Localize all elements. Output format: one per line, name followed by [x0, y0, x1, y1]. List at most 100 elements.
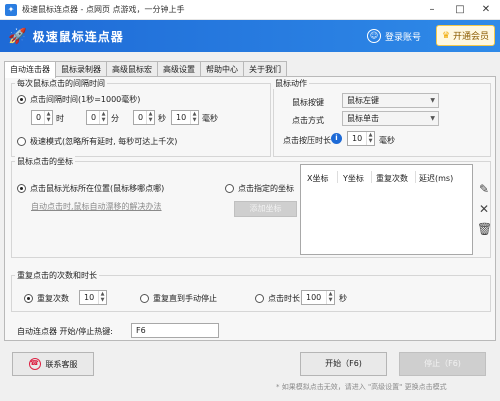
column-divider: [415, 171, 416, 183]
rocket-icon: 🚀: [8, 27, 27, 45]
coords-table[interactable]: X坐标 Y坐标 重复次数 延迟(ms): [300, 164, 473, 255]
minimize-button[interactable]: –: [418, 0, 446, 20]
hours-value: 0: [36, 113, 42, 122]
spinner-arrows-icon[interactable]: ▲ ▼: [190, 111, 198, 124]
footer-note: * 如果模拟点击无效，请进入 "高级设置" 更换点击模式: [276, 383, 447, 391]
minutes-spinner[interactable]: 0 ▲ ▼: [86, 110, 108, 125]
chevron-down-icon: ▼: [430, 97, 435, 104]
repeat-group-title: 重复点击的次数和时长: [15, 270, 99, 281]
title-bar: ✦ 极速鼠标连点器 - 点网页 点游戏，一分钟上手 – □ ✕: [0, 0, 500, 20]
column-divider: [371, 171, 372, 183]
click-mode-select[interactable]: 鼠标单击 ▼: [342, 111, 439, 126]
coords-group-title: 鼠标点击的坐标: [15, 156, 75, 167]
tab-advanced-settings[interactable]: 高级设置: [157, 61, 201, 77]
milliseconds-spinner[interactable]: 10 ▲ ▼: [171, 110, 199, 125]
edit-icon[interactable]: ✎: [477, 182, 491, 196]
vip-button[interactable]: ♛ 开通会员: [436, 25, 495, 46]
click-duration-unit: 秒: [339, 294, 347, 303]
login-label: 登录账号: [385, 32, 422, 43]
spinner-arrows-icon[interactable]: ▲ ▼: [366, 132, 374, 145]
vip-label: 开通会员: [453, 32, 490, 42]
tab-mouse-recorder[interactable]: 鼠标录制器: [55, 61, 107, 77]
app-title: 极速鼠标连点器: [32, 29, 124, 44]
spinner-arrows-icon[interactable]: ▲ ▼: [99, 111, 107, 124]
repeat-count-spinner[interactable]: 10 ▲ ▼: [79, 290, 107, 305]
auto-drift-link[interactable]: 自动点击时,鼠标自动漂移的解决办法: [31, 201, 162, 212]
headset-icon: ☎: [28, 358, 41, 370]
repeat-count-value: 10: [84, 293, 95, 302]
repeat-count-label: 重复次数: [37, 294, 69, 303]
tab-panel: 每次鼠标点击的间隔时间 点击间隔时间(1秒=1000毫秒) 0 ▲ ▼ 时 0 ▲…: [4, 76, 496, 341]
info-icon[interactable]: i: [331, 133, 342, 144]
hotkey-label: 自动连点器 开始/停止热键:: [17, 327, 113, 336]
extreme-mode-radio[interactable]: [17, 137, 26, 146]
press-duration-value: 10: [352, 134, 363, 143]
tab-help-center[interactable]: 帮助中心: [200, 61, 244, 77]
specified-coords-label: 点击指定的坐标: [238, 184, 294, 193]
tab-bar: 自动连击器 鼠标录制器 高级鼠标宏 高级设置 帮助中心 关于我们: [4, 61, 287, 78]
interval-time-radio[interactable]: [17, 95, 26, 104]
column-divider: [337, 171, 338, 183]
seconds-value: 0: [138, 113, 144, 122]
press-duration-label: 点击按压时长: [283, 136, 331, 145]
repeat-until-stop-label: 重复直到手动停止: [153, 294, 217, 303]
minutes-unit: 分: [111, 114, 119, 123]
seconds-unit: 秒: [158, 114, 166, 123]
mouse-button-value: 鼠标左键: [347, 96, 379, 105]
column-header: Y坐标: [343, 174, 364, 183]
spinner-arrows-icon[interactable]: ▲ ▼: [98, 291, 106, 304]
tab-mouse-macro[interactable]: 高级鼠标宏: [106, 61, 158, 77]
interval-time-label: 点击间隔时间(1秒=1000毫秒): [30, 95, 141, 104]
click-duration-value: 100: [306, 293, 322, 302]
press-duration-unit: 毫秒: [379, 136, 395, 145]
spinner-arrows-icon[interactable]: ▲ ▼: [326, 291, 334, 304]
spinner-arrows-icon[interactable]: ▲ ▼: [44, 111, 52, 124]
chevron-down-icon: ▼: [430, 115, 435, 122]
specified-coords-radio[interactable]: [225, 184, 234, 193]
maximize-button[interactable]: □: [446, 0, 474, 20]
stop-button[interactable]: 停止（F6): [399, 352, 486, 376]
milliseconds-value: 10: [176, 113, 187, 122]
click-mode-value: 鼠标单击: [347, 114, 379, 123]
extreme-mode-label: 极速模式(忽略所有延时, 每秒可达上千次): [30, 137, 178, 146]
interval-group-title: 每次鼠标点击的间隔时间: [15, 78, 107, 89]
delete-icon[interactable]: ✕: [477, 202, 491, 216]
click-duration-spinner[interactable]: 100 ▲ ▼: [301, 290, 335, 305]
crown-icon: ♛: [441, 30, 451, 41]
repeat-count-radio[interactable]: [24, 294, 33, 303]
hours-spinner[interactable]: 0 ▲ ▼: [31, 110, 53, 125]
click-duration-label: 点击时长: [268, 294, 300, 303]
column-header: 延迟(ms): [419, 174, 454, 183]
user-icon: ☺: [367, 29, 381, 43]
add-coords-button[interactable]: 添加坐标: [234, 201, 297, 217]
login-button[interactable]: ☺ 登录账号: [367, 26, 421, 46]
trash-icon[interactable]: 🗑: [477, 222, 492, 236]
press-duration-spinner[interactable]: 10 ▲ ▼: [347, 131, 375, 146]
start-button[interactable]: 开始（F6): [300, 352, 387, 376]
mouse-button-label: 鼠标按键: [292, 98, 324, 107]
click-duration-radio[interactable]: [255, 294, 264, 303]
window-title: 极速鼠标连点器 - 点网页 点游戏，一分钟上手: [22, 5, 185, 14]
column-header: X坐标: [307, 174, 329, 183]
spinner-arrows-icon[interactable]: ▲ ▼: [146, 111, 154, 124]
hotkey-input[interactable]: F6: [131, 323, 219, 338]
milliseconds-unit: 毫秒: [202, 114, 218, 123]
app-icon: ✦: [5, 3, 17, 16]
repeat-until-stop-radio[interactable]: [140, 294, 149, 303]
header-banner: 🚀 极速鼠标连点器: [0, 20, 500, 52]
hours-unit: 时: [56, 114, 64, 123]
minutes-value: 0: [91, 113, 97, 122]
click-mode-label: 点击方式: [292, 116, 324, 125]
mouse-button-select[interactable]: 鼠标左键 ▼: [342, 93, 439, 108]
cursor-position-radio[interactable]: [17, 184, 26, 193]
tab-auto-clicker[interactable]: 自动连击器: [4, 61, 56, 78]
tab-about-us[interactable]: 关于我们: [243, 61, 287, 77]
cursor-position-label: 点击鼠标光标所在位置(鼠标移哪点哪): [30, 184, 165, 193]
seconds-spinner[interactable]: 0 ▲ ▼: [133, 110, 155, 125]
app-window: ✦ 极速鼠标连点器 - 点网页 点游戏，一分钟上手 – □ ✕ 🚀 极速鼠标连点…: [0, 0, 500, 401]
mouse-action-title: 鼠标动作: [273, 78, 309, 89]
column-header: 重复次数: [376, 174, 408, 183]
contact-support-label: 联系客服: [45, 359, 78, 369]
contact-support-button[interactable]: ☎ 联系客服: [12, 352, 94, 376]
close-button[interactable]: ✕: [472, 0, 500, 20]
